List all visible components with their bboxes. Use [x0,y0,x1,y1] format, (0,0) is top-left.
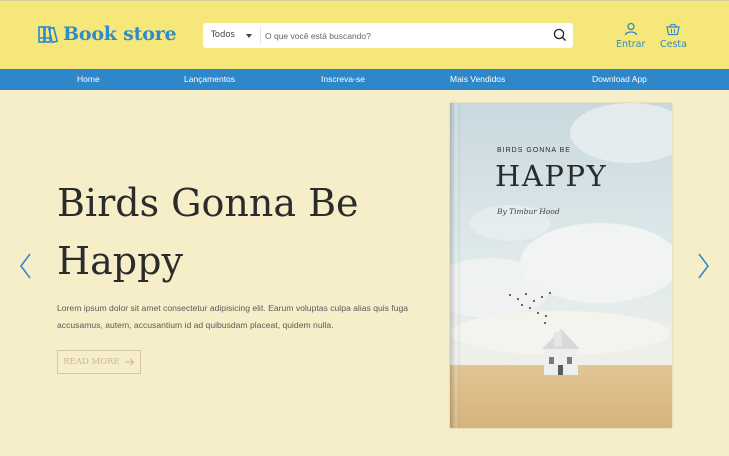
cart-button[interactable]: Cesta [660,22,687,50]
search-bar: Todos [203,23,573,48]
nav-item-mais-vendidos[interactable]: Mais Vendidos [450,74,505,84]
nav-item-lancamentos[interactable]: Lançamentos [184,74,235,84]
cover-spine [450,103,460,428]
search-input[interactable] [265,23,545,48]
cover-subtitle: BIRDS GONNA BE [497,147,571,154]
user-icon [624,22,637,36]
carousel-next-icon[interactable] [697,252,711,280]
chevron-down-icon [246,34,252,38]
read-more-label: READ MORE [63,357,120,367]
main-nav: Home Lançamentos Inscreva-se Mais Vendid… [0,69,729,90]
carousel-prev-icon[interactable] [18,252,32,280]
nav-item-download-app[interactable]: Download App [592,74,647,84]
login-button[interactable]: Entrar [616,22,645,50]
nav-item-home[interactable]: Home [77,74,100,84]
hero-title: Birds Gonna Be Happy [57,181,359,283]
logo[interactable]: Book store [38,23,177,45]
basket-icon [666,23,681,36]
book-cover[interactable]: BIRDS GONNA BE HAPPY By Timbur Hood [450,103,672,428]
brand-name: Book store [63,23,177,45]
arrow-right-icon [124,358,134,366]
search-divider [260,27,261,44]
search-icon[interactable] [551,26,570,45]
hero-description: Lorem ipsum dolor sit amet consectetur a… [57,303,409,330]
read-more-button[interactable]: READ MORE [57,350,141,374]
books-icon [38,26,58,44]
category-select-value: Todos [211,30,235,40]
header: Book store Todos Entrar Cesta [0,0,729,69]
category-select[interactable]: Todos [203,23,259,48]
login-label: Entrar [616,39,646,50]
cart-label: Cesta [660,39,687,50]
cover-author: By Timbur Hood [497,207,560,216]
cover-title: HAPPY [495,159,608,193]
nav-item-inscreva-se[interactable]: Inscreva-se [321,74,365,84]
